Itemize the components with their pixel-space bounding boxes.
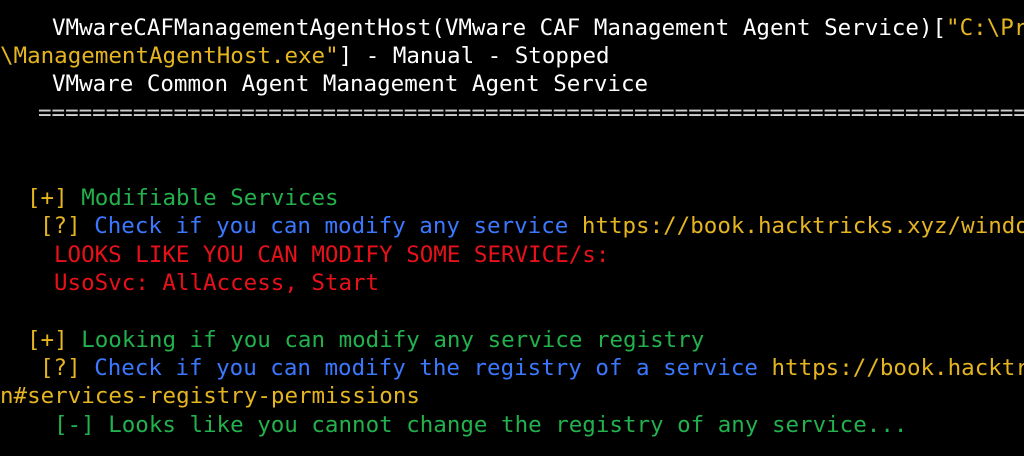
service-entry-line: VMwareCAFManagementAgentHost(VMware CAF …	[52, 14, 1024, 42]
service-description: VMware Common Agent Management Agent Ser…	[52, 71, 649, 97]
section-title: Looking if you can modify any service re…	[81, 327, 705, 353]
section-marker-plus: [+]	[27, 327, 68, 353]
separator: ========================================…	[38, 100, 1024, 126]
service-description-line: VMware Common Agent Management Agent Ser…	[52, 70, 648, 98]
service-name: VMwareCAFManagementAgentHost(VMware CAF …	[52, 15, 933, 41]
hint-link-continuation[interactable]: n#services-registry-permissions	[0, 383, 420, 409]
section-marker-plus: [+]	[27, 185, 68, 211]
result-text: Looks like you cannot change the registr…	[108, 412, 908, 438]
service-path-close: ]	[338, 43, 353, 69]
hint-marker: [?]	[40, 355, 81, 381]
service-path-head: "C:\Pr	[946, 15, 1024, 41]
hint-text: Check if you can modify the registry of …	[94, 355, 758, 381]
service-path-tail: \ManagementAgentHost.exe"	[0, 43, 339, 69]
section-heading-modifiable-services: [+] Modifiable Services	[27, 184, 339, 212]
result-line: [-] Looks like you cannot change the reg…	[54, 411, 907, 439]
hint-link-continuation-line: n#services-registry-permissions	[0, 382, 420, 410]
separator-line: ========================================…	[38, 99, 1024, 127]
service-status: - Manual - Stopped	[352, 43, 610, 69]
section-title: Modifiable Services	[81, 185, 339, 211]
service-path-line: \ManagementAgentHost.exe"] - Manual - St…	[0, 42, 610, 70]
hint-link[interactable]: https://book.hacktr	[772, 355, 1024, 381]
warning-line: LOOKS LIKE YOU CAN MODIFY SOME SERVICE/s…	[54, 241, 609, 269]
finding-line: UsoSvc: AllAccess, Start	[54, 269, 379, 297]
warning-text: LOOKS LIKE YOU CAN MODIFY SOME SERVICE/s…	[54, 242, 610, 268]
finding-text: UsoSvc: AllAccess, Start	[54, 270, 380, 296]
service-path-open: [	[932, 15, 947, 41]
result-marker: [-]	[54, 412, 95, 438]
hint-line-services: [?] Check if you can modify any service …	[40, 212, 1024, 240]
section-heading-service-registry: [+] Looking if you can modify any servic…	[27, 326, 704, 354]
hint-line-registry: [?] Check if you can modify the registry…	[40, 354, 1024, 382]
hint-text: Check if you can modify any service	[94, 213, 569, 239]
hint-marker: [?]	[40, 213, 81, 239]
hint-link[interactable]: https://book.hacktricks.xyz/windo	[582, 213, 1024, 239]
terminal-output[interactable]: VMwareCAFManagementAgentHost(VMware CAF …	[0, 0, 1024, 456]
